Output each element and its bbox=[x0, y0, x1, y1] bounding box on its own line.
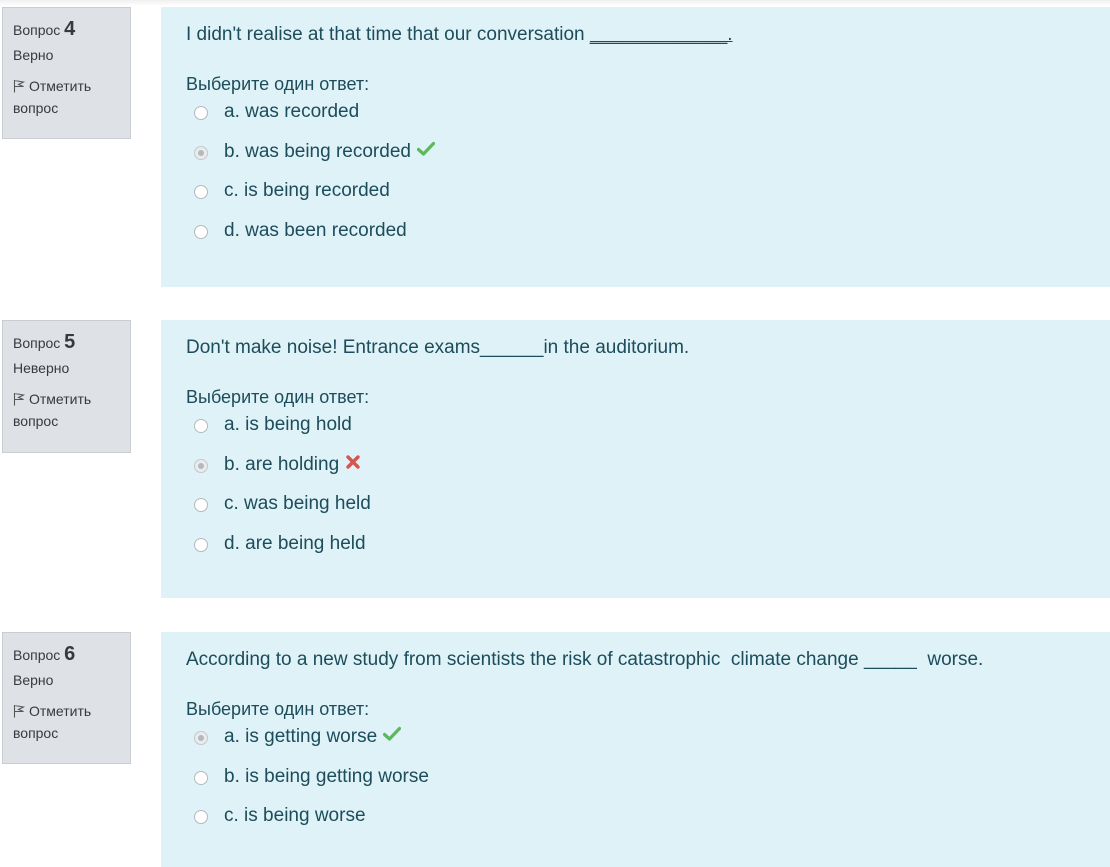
answer-label: c. is being worse bbox=[224, 805, 366, 826]
answer-option[interactable]: a. was recorded bbox=[186, 101, 1085, 141]
answer-radio[interactable] bbox=[194, 458, 208, 473]
question-state: Неверно bbox=[13, 360, 70, 376]
answer-radio[interactable] bbox=[194, 224, 208, 239]
question-blank: _____________. bbox=[589, 24, 733, 45]
question-label: Вопрос bbox=[13, 335, 61, 351]
flag-icon bbox=[13, 704, 25, 718]
check-icon bbox=[383, 726, 402, 741]
answer-label: a. is being hold bbox=[224, 414, 352, 435]
question-label: Вопрос bbox=[13, 647, 61, 663]
answer-radio[interactable] bbox=[194, 731, 208, 745]
answer-option[interactable]: b. was being recorded bbox=[186, 141, 1085, 181]
question-label: Вопрос bbox=[13, 22, 61, 38]
question-number: Вопрос 5 bbox=[13, 331, 120, 354]
answer-label: c. was being held bbox=[224, 493, 371, 514]
question-content: Don't make noise! Entrance exams______in… bbox=[161, 320, 1110, 598]
check-icon bbox=[416, 141, 435, 156]
question-text-before: Don't make noise! Entrance exams______in… bbox=[186, 337, 690, 358]
question-content: I didn't realise at that time that our c… bbox=[161, 7, 1110, 287]
question-text: I didn't realise at that time that our c… bbox=[186, 24, 1085, 46]
question-text-before: I didn't realise at that time that our c… bbox=[186, 24, 590, 45]
answer-radio[interactable] bbox=[194, 810, 208, 824]
question-number: Вопрос 4 bbox=[13, 18, 120, 41]
question-num: 6 bbox=[64, 643, 76, 665]
answer-option[interactable]: c. was being held bbox=[186, 493, 1085, 533]
answer-radio[interactable] bbox=[194, 145, 208, 160]
question-content: According to a new study from scientists… bbox=[161, 632, 1110, 867]
answer-option[interactable]: d. are being held bbox=[186, 533, 1085, 573]
flag-question-link[interactable]: Отметить вопрос bbox=[13, 388, 120, 432]
cross-icon bbox=[346, 454, 360, 469]
answer-label: b. are holding bbox=[224, 453, 340, 475]
page-top-shadow bbox=[0, 0, 1110, 6]
answer-label: b. is being getting worse bbox=[224, 765, 429, 787]
flag-icon bbox=[13, 392, 25, 406]
answer-label: b. was being recorded bbox=[224, 140, 411, 162]
question-text: According to a new study from scientists… bbox=[186, 649, 1085, 671]
answer-label: a. was recorded bbox=[224, 101, 360, 122]
answer-prompt: Выберите один ответ: bbox=[186, 699, 370, 719]
answer-radio[interactable] bbox=[194, 106, 208, 120]
answer-option[interactable]: a. is being hold bbox=[186, 414, 1085, 454]
answer-prompt: Выберите один ответ: bbox=[186, 387, 370, 407]
answer-radio[interactable] bbox=[194, 185, 208, 199]
answer-radio[interactable] bbox=[194, 498, 208, 512]
flag-icon bbox=[13, 79, 25, 93]
answer-label: c. is being recorded bbox=[224, 180, 390, 201]
question-num: 4 bbox=[64, 18, 76, 40]
answer-radio[interactable] bbox=[194, 419, 208, 433]
question-info: Вопрос 6 Верно Отметить вопрос bbox=[2, 632, 131, 764]
question-info: Вопрос 5 Неверно Отметить вопрос bbox=[2, 320, 131, 453]
answer-prompt: Выберите один ответ: bbox=[186, 74, 370, 94]
flag-question-link[interactable]: Отметить вопрос bbox=[13, 700, 120, 744]
answer-radio[interactable] bbox=[194, 770, 208, 785]
answer-option[interactable]: c. is being worse bbox=[186, 805, 1085, 845]
answer-label: d. are being held bbox=[224, 532, 366, 554]
question-text-before: According to a new study from scientists… bbox=[186, 649, 984, 670]
flag-question-link[interactable]: Отметить вопрос bbox=[13, 75, 120, 119]
question-num: 5 bbox=[64, 331, 76, 353]
answer-label: d. was been recorded bbox=[224, 219, 407, 241]
question-text: Don't make noise! Entrance exams______in… bbox=[186, 337, 1085, 359]
answer-option[interactable]: c. is being recorded bbox=[186, 180, 1085, 220]
answer-option[interactable]: b. are holding bbox=[186, 454, 1085, 494]
answer-option[interactable]: b. is being getting worse bbox=[186, 766, 1085, 806]
answer-option[interactable]: d. was been recorded bbox=[186, 220, 1085, 260]
question-number: Вопрос 6 bbox=[13, 643, 120, 666]
answer-label: a. is getting worse bbox=[224, 726, 378, 747]
question-state: Верно bbox=[13, 672, 54, 688]
answer-radio[interactable] bbox=[194, 537, 208, 552]
question-info: Вопрос 4 Верно Отметить вопрос bbox=[2, 7, 131, 139]
answer-option[interactable]: a. is getting worse bbox=[186, 726, 1085, 766]
question-state: Верно bbox=[13, 47, 54, 63]
